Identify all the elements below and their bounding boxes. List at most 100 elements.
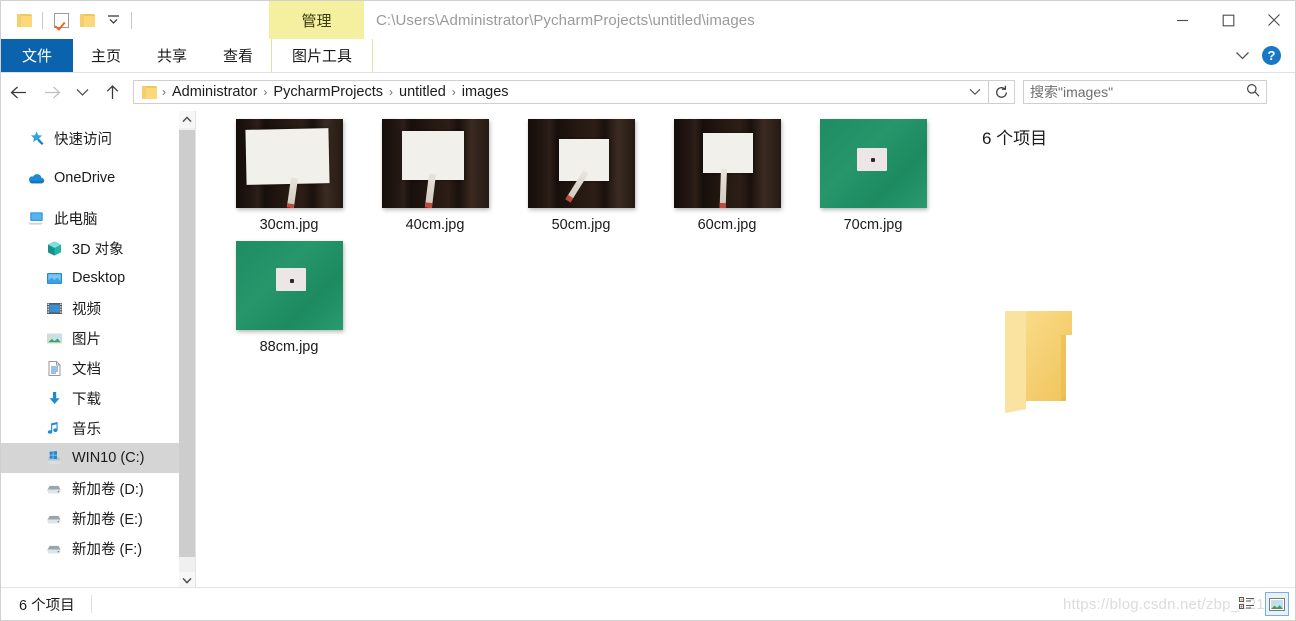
file-name: 88cm.jpg bbox=[259, 339, 319, 355]
breadcrumb-item-images[interactable]: images bbox=[457, 81, 514, 103]
sidebar-item-label: 新加卷 (F:) bbox=[72, 541, 143, 558]
sidebar-item-volume-e[interactable]: 新加卷 (E:) bbox=[1, 503, 179, 533]
sidebar-item-label: 图片 bbox=[72, 331, 101, 348]
windows-drive-icon bbox=[45, 449, 63, 467]
tab-file[interactable]: 文件 bbox=[1, 39, 73, 72]
sidebar-item-3d-objects[interactable]: 3D 对象 bbox=[1, 233, 179, 263]
drive-icon bbox=[45, 479, 63, 497]
contextual-tab-group-manage[interactable]: 管理 bbox=[269, 1, 364, 39]
navigation-pane: 快速访问 OneDrive 此电脑 3D 对象 Desktop 视频 图片 文档… bbox=[1, 111, 179, 589]
up-button[interactable] bbox=[95, 75, 129, 109]
sidebar-item-pictures[interactable]: 图片 bbox=[1, 323, 179, 353]
thumbnail bbox=[235, 119, 343, 208]
computer-icon bbox=[27, 209, 45, 227]
file-item-60cm[interactable]: 60cm.jpg bbox=[654, 119, 800, 241]
recent-locations-button[interactable] bbox=[69, 75, 95, 109]
sidebar-item-win10-c[interactable]: WIN10 (C:) bbox=[1, 443, 179, 473]
window-title: C:\Users\Administrator\PycharmProjects\u… bbox=[376, 11, 755, 29]
sidebar-item-this-pc[interactable]: 此电脑 bbox=[1, 203, 179, 233]
tab-home[interactable]: 主页 bbox=[73, 39, 139, 72]
desktop-icon bbox=[45, 269, 63, 287]
video-icon bbox=[45, 299, 63, 317]
search-input[interactable]: 搜索"images" bbox=[1030, 82, 1246, 102]
sidebar-item-documents[interactable]: 文档 bbox=[1, 353, 179, 383]
details-view-button[interactable] bbox=[1235, 592, 1259, 616]
tab-view-label: 查看 bbox=[223, 48, 254, 65]
drive-icon bbox=[45, 509, 63, 527]
file-name: 70cm.jpg bbox=[843, 217, 903, 233]
tab-share-label: 共享 bbox=[157, 48, 188, 65]
chevron-down-icon[interactable] bbox=[964, 81, 986, 103]
cube-3d-icon bbox=[45, 239, 63, 257]
back-button[interactable] bbox=[1, 75, 35, 109]
file-item-88cm[interactable]: 88cm.jpg bbox=[216, 241, 362, 363]
search-icon[interactable] bbox=[1246, 83, 1260, 102]
navigation-pane-scrollbar[interactable] bbox=[179, 111, 195, 589]
download-icon bbox=[45, 389, 63, 407]
sidebar-item-music[interactable]: 音乐 bbox=[1, 413, 179, 443]
new-folder-icon[interactable] bbox=[74, 7, 100, 33]
music-note-icon bbox=[45, 419, 63, 437]
file-item-30cm[interactable]: 30cm.jpg bbox=[216, 119, 362, 241]
sidebar-item-volume-f[interactable]: 新加卷 (F:) bbox=[1, 533, 179, 563]
breadcrumb-item-pycharmprojects[interactable]: PycharmProjects bbox=[268, 81, 388, 103]
file-item-40cm[interactable]: 40cm.jpg bbox=[362, 119, 508, 241]
help-icon[interactable]: ? bbox=[1262, 46, 1281, 65]
large-icons-view-button[interactable] bbox=[1265, 592, 1289, 616]
maximize-button[interactable] bbox=[1205, 1, 1251, 39]
thumbnail bbox=[819, 119, 927, 208]
tab-home-label: 主页 bbox=[91, 48, 122, 65]
breadcrumb-item-untitled[interactable]: untitled bbox=[394, 81, 451, 103]
scrollbar-thumb[interactable] bbox=[179, 130, 195, 557]
sidebar-item-label: 新加卷 (E:) bbox=[72, 511, 143, 528]
sidebar-item-label: WIN10 (C:) bbox=[72, 450, 145, 466]
chevron-down-icon[interactable] bbox=[1235, 48, 1250, 63]
file-name: 50cm.jpg bbox=[551, 217, 611, 233]
thumbnail bbox=[527, 119, 635, 208]
search-box[interactable]: 搜索"images" bbox=[1023, 80, 1267, 104]
sidebar-item-volume-d[interactable]: 新加卷 (D:) bbox=[1, 473, 179, 503]
tab-picture-tools[interactable]: 图片工具 bbox=[271, 39, 374, 72]
customize-caret-icon[interactable] bbox=[100, 7, 126, 33]
sidebar-item-label: 下载 bbox=[72, 391, 101, 408]
tab-share[interactable]: 共享 bbox=[139, 39, 205, 72]
sidebar-item-label: 此电脑 bbox=[54, 211, 98, 228]
thumbnail bbox=[381, 119, 489, 208]
document-icon bbox=[45, 359, 63, 377]
help-icon-label: ? bbox=[1267, 48, 1276, 63]
file-name: 60cm.jpg bbox=[697, 217, 757, 233]
explorer-body: 快速访问 OneDrive 此电脑 3D 对象 Desktop 视频 图片 文档… bbox=[1, 111, 1295, 589]
sidebar-item-desktop[interactable]: Desktop bbox=[1, 263, 179, 293]
forward-button[interactable] bbox=[35, 75, 69, 109]
sidebar-item-label: 快速访问 bbox=[54, 131, 112, 148]
drive-icon bbox=[45, 539, 63, 557]
sidebar-item-downloads[interactable]: 下载 bbox=[1, 383, 179, 413]
status-bar: 6 个项目 https://blog.csdn.net/zbp_12138 bbox=[1, 587, 1295, 620]
window-controls bbox=[1159, 1, 1295, 39]
address-bar[interactable]: › Administrator › PycharmProjects › unti… bbox=[133, 80, 989, 104]
navigation-bar: › Administrator › PycharmProjects › unti… bbox=[1, 73, 1295, 111]
sidebar-item-label: OneDrive bbox=[54, 170, 116, 186]
tab-picture-tools-label: 图片工具 bbox=[292, 48, 353, 65]
refresh-button[interactable] bbox=[989, 80, 1015, 104]
sidebar-item-label: 文档 bbox=[72, 361, 101, 378]
quick-access-toolbar bbox=[1, 1, 137, 39]
ribbon-tab-strip: 文件 主页 共享 查看 图片工具 bbox=[1, 39, 1295, 72]
minimize-button[interactable] bbox=[1159, 1, 1205, 39]
breadcrumb-item-administrator[interactable]: Administrator bbox=[167, 81, 262, 103]
thumbnail bbox=[235, 241, 343, 330]
sidebar-item-videos[interactable]: 视频 bbox=[1, 293, 179, 323]
file-item-50cm[interactable]: 50cm.jpg bbox=[508, 119, 654, 241]
file-item-70cm[interactable]: 70cm.jpg bbox=[800, 119, 946, 241]
properties-folder-icon[interactable] bbox=[11, 7, 37, 33]
checkmark-icon[interactable] bbox=[48, 7, 74, 33]
ribbon-right-controls: ? bbox=[1235, 39, 1289, 72]
tab-view[interactable]: 查看 bbox=[205, 39, 271, 72]
sidebar-item-quick-access[interactable]: 快速访问 bbox=[1, 123, 179, 153]
file-name: 30cm.jpg bbox=[259, 217, 319, 233]
sidebar-item-onedrive[interactable]: OneDrive bbox=[1, 163, 179, 193]
scroll-up-arrow-icon[interactable] bbox=[179, 111, 195, 128]
title-bar: 管理 C:\Users\Administrator\PycharmProject… bbox=[1, 1, 1295, 39]
close-button[interactable] bbox=[1251, 1, 1295, 39]
file-list-view[interactable]: 30cm.jpg 40cm.jpg 50cm.jpg 60cm.jpg 70cm… bbox=[196, 111, 951, 589]
